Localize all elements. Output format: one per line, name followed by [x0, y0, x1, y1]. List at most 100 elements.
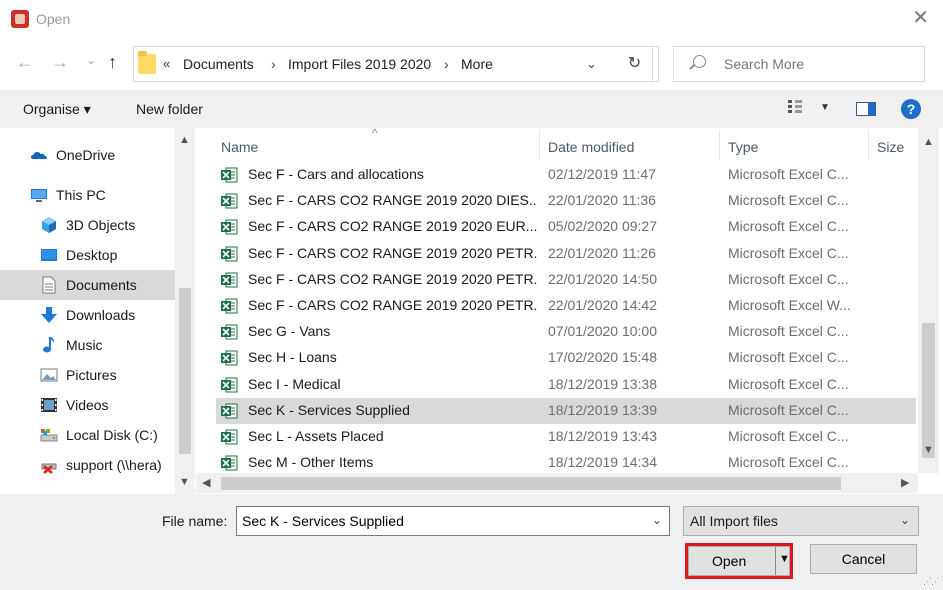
horizontal-scrollbar-thumb[interactable] [221, 477, 841, 490]
help-icon[interactable]: ? [901, 99, 921, 119]
excel-file-icon [221, 193, 238, 209]
dialog-footer: File name: Sec K - Services Supplied ⌄ A… [0, 494, 943, 590]
date-modified-cell: 18/12/2019 13:39 [548, 401, 657, 418]
videos-icon [41, 398, 57, 412]
sidebar-item-desktop[interactable]: Desktop [0, 240, 175, 270]
sidebar-item-label: 3D Objects [66, 217, 136, 233]
refresh-icon[interactable]: ↻ [617, 46, 653, 82]
table-row[interactable]: Sec L - Assets Placed 18/12/2019 13:43 Mic… [216, 424, 916, 450]
file-name-dropdown-icon[interactable]: ⌄ [652, 513, 662, 527]
file-name-cell: Sec K - Services Supplied [248, 401, 410, 418]
sidebar-item-local-disk[interactable]: Local Disk (C:) [0, 420, 175, 450]
breadcrumb-separator[interactable]: › [444, 56, 449, 72]
file-type-filter-select[interactable]: All Import files ⌄ [683, 506, 919, 536]
table-row[interactable]: Sec G - Vans 07/01/2020 10:00 Microsoft Ex… [216, 319, 916, 345]
column-header-name[interactable]: Name [221, 128, 258, 162]
file-type-cell: Microsoft Excel W... [728, 297, 851, 313]
split-divider [775, 547, 776, 575]
table-row[interactable]: Sec F - CARS CO2 RANGE 2019 2020 EUR... 0… [216, 214, 916, 240]
search-input[interactable]: Search More [673, 46, 925, 82]
open-button[interactable]: Open ▼ [688, 546, 790, 576]
open-options-dropdown-icon[interactable]: ▼ [779, 553, 790, 565]
breadcrumb-separator[interactable]: › [271, 56, 276, 72]
sidebar-item-onedrive[interactable]: OneDrive [0, 140, 175, 170]
file-type-cell: Microsoft Excel C... [728, 218, 849, 235]
column-divider[interactable] [868, 130, 869, 160]
sidebar-item-label: support (\\hera) [66, 457, 162, 473]
this-pc-icon [31, 189, 47, 202]
file-type-cell: Microsoft Excel C... [728, 192, 849, 209]
scroll-up-icon[interactable]: ▲ [179, 134, 190, 146]
cancel-button[interactable]: Cancel [810, 544, 917, 574]
pictures-icon [40, 368, 58, 382]
view-options-dropdown-icon[interactable]: ▼ [820, 102, 830, 113]
view-options-icon[interactable] [788, 100, 802, 114]
command-toolbar: Organise ▾ New folder ▼ ? [0, 90, 943, 128]
file-name-label: File name: [162, 513, 228, 529]
column-header-date[interactable]: Date modified [548, 128, 634, 162]
breadcrumb-more[interactable]: More [461, 56, 493, 72]
sidebar-item-downloads[interactable]: Downloads [0, 300, 175, 330]
column-header-size[interactable]: Size [877, 128, 904, 162]
excel-file-icon [221, 272, 238, 288]
scroll-down-icon[interactable]: ▼ [923, 444, 934, 456]
file-list-horizontal-scrollbar[interactable]: ◀ ▶ [196, 473, 918, 493]
new-folder-button[interactable]: New folder [136, 101, 203, 117]
vertical-scrollbar-thumb[interactable] [922, 323, 935, 458]
preview-pane-icon[interactable] [856, 102, 876, 116]
close-icon[interactable]: ✕ [912, 8, 929, 28]
excel-file-icon [221, 455, 238, 471]
scroll-left-icon[interactable]: ◀ [202, 476, 210, 489]
breadcrumb-documents[interactable]: Documents [183, 56, 254, 72]
file-name-cell: Sec H - Loans [248, 349, 337, 366]
table-row[interactable]: Sec F - CARS CO2 RANGE 2019 2020 PETR...… [216, 267, 916, 293]
sidebar-item-videos[interactable]: Videos [0, 390, 175, 420]
organise-button[interactable]: Organise ▾ [23, 101, 91, 118]
table-row[interactable]: Sec F - CARS CO2 RANGE 2019 2020 PETR...… [216, 241, 916, 267]
recent-locations-icon[interactable]: ⌄ [86, 50, 96, 70]
sidebar-item-documents[interactable]: Documents [0, 270, 175, 300]
file-type-cell: Microsoft Excel C... [728, 428, 849, 444]
sidebar-item-label: This PC [56, 187, 106, 203]
up-arrow-icon[interactable]: ↑ [108, 52, 117, 72]
address-dropdown-icon[interactable]: ⌄ [586, 56, 597, 72]
column-divider[interactable] [719, 130, 720, 160]
sidebar-item-support-hera[interactable]: support (\\hera) [0, 450, 175, 480]
column-header-type[interactable]: Type [728, 128, 758, 162]
file-type-cell: Microsoft Excel C... [728, 244, 849, 261]
table-row[interactable]: Sec I - Medical 18/12/2019 13:38 Microsoft… [216, 372, 916, 398]
3d-objects-icon [42, 217, 56, 233]
sidebar-item-music[interactable]: Music [0, 330, 175, 360]
file-list-vertical-scrollbar[interactable]: ▲ ▼ [918, 128, 939, 473]
breadcrumb-import-files[interactable]: Import Files 2019 2020 [288, 56, 431, 72]
excel-file-icon [221, 377, 238, 393]
date-modified-cell: 18/12/2019 13:38 [548, 375, 657, 392]
scroll-up-icon[interactable]: ▲ [923, 136, 934, 148]
sidebar-item-3d-objects[interactable]: 3D Objects [0, 210, 175, 240]
excel-file-icon [221, 246, 238, 262]
sidebar-scrollbar[interactable]: ▲ ▼ [175, 128, 195, 494]
table-row[interactable]: Sec F - CARS CO2 RANGE 2019 2020 DIES...… [216, 188, 916, 214]
sidebar-item-pictures[interactable]: Pictures [0, 360, 175, 390]
back-arrow-icon[interactable]: ← [16, 52, 34, 72]
table-row[interactable]: Sec F - Cars and allocations 02/12/2019 1… [216, 162, 916, 188]
file-name-cell: Sec M - Other Items [248, 454, 374, 471]
address-bar[interactable]: « Documents › Import Files 2019 2020 › M… [133, 46, 659, 82]
table-row[interactable]: Sec K - Services Supplied 18/12/2019 13:3… [216, 397, 916, 424]
sidebar-scrollbar-thumb[interactable] [179, 288, 191, 454]
scroll-right-icon[interactable]: ▶ [901, 476, 909, 489]
breadcrumb-overflow[interactable]: « [163, 56, 170, 71]
window-title: Open [36, 11, 71, 27]
sidebar-item-label: Desktop [66, 247, 118, 263]
date-modified-cell: 18/12/2019 13:43 [548, 428, 657, 444]
file-name-input[interactable]: Sec K - Services Supplied ⌄ [236, 506, 670, 536]
resize-grip-icon[interactable]: ⋰⋰ [923, 576, 940, 587]
date-modified-cell: 22/01/2020 11:36 [548, 192, 656, 209]
forward-arrow-icon[interactable]: → [51, 52, 69, 72]
sidebar-item-this-pc[interactable]: This PC [0, 180, 175, 210]
excel-file-icon [221, 167, 238, 183]
scroll-down-icon[interactable]: ▼ [179, 476, 190, 488]
column-divider[interactable] [539, 130, 540, 160]
table-row[interactable]: Sec F - CARS CO2 RANGE 2019 2020 PETR...… [216, 293, 916, 319]
table-row[interactable]: Sec H - Loans 17/02/2020 15:48 Microsoft E… [216, 345, 916, 371]
